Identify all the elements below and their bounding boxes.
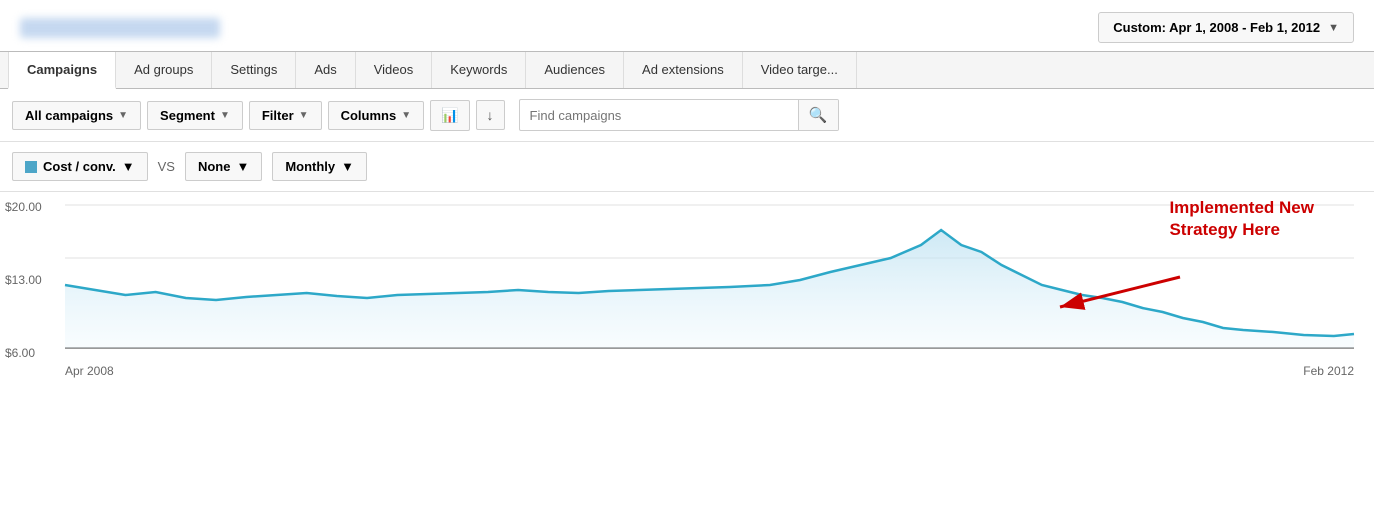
- tab-settings[interactable]: Settings: [212, 52, 296, 88]
- all-campaigns-label: All campaigns: [25, 108, 113, 123]
- date-range-arrow-icon: ▼: [1328, 22, 1339, 34]
- search-icon: 🔍: [809, 107, 828, 124]
- vs-label: VS: [158, 159, 175, 174]
- chart-container: $20.00 $13.00 $6.00 Implemented New Stra…: [0, 192, 1374, 412]
- tab-ad-extensions[interactable]: Ad extensions: [624, 52, 743, 88]
- none-label: None: [198, 159, 231, 174]
- period-dropdown[interactable]: Monthly ▼: [272, 152, 367, 181]
- download-button[interactable]: ↓: [476, 100, 505, 130]
- filter-label: Filter: [262, 108, 294, 123]
- tab-keywords[interactable]: Keywords: [432, 52, 526, 88]
- period-label: Monthly: [285, 159, 335, 174]
- columns-dropdown[interactable]: Columns ▼: [328, 101, 425, 130]
- date-range-button[interactable]: Custom: Apr 1, 2008 - Feb 1, 2012 ▼: [1098, 12, 1354, 43]
- tabs-bar: Campaigns Ad groups Settings Ads Videos …: [0, 51, 1374, 89]
- metric-dropdown[interactable]: Cost / conv. ▼: [12, 152, 148, 181]
- tab-ads[interactable]: Ads: [296, 52, 355, 88]
- chart-view-button[interactable]: 📊: [430, 100, 469, 131]
- metric-caret-icon: ▼: [122, 159, 135, 174]
- none-dropdown[interactable]: None ▼: [185, 152, 262, 181]
- chart-icon: 📊: [441, 107, 458, 123]
- tab-ad-groups[interactable]: Ad groups: [116, 52, 212, 88]
- columns-label: Columns: [341, 108, 397, 123]
- metric-label: Cost / conv.: [43, 159, 116, 174]
- annotation-line1: Implemented New: [1169, 198, 1314, 217]
- all-campaigns-dropdown[interactable]: All campaigns ▼: [12, 101, 141, 130]
- toolbar: All campaigns ▼ Segment ▼ Filter ▼ Colum…: [0, 89, 1374, 142]
- tab-video-targeting[interactable]: Video targe...: [743, 52, 857, 88]
- filter-caret-icon: ▼: [299, 110, 309, 121]
- download-icon: ↓: [487, 107, 494, 123]
- chart-annotation: Implemented New Strategy Here: [1169, 197, 1314, 241]
- header: Custom: Apr 1, 2008 - Feb 1, 2012 ▼: [0, 0, 1374, 51]
- x-label-end: Feb 2012: [1303, 364, 1354, 378]
- y-label-mid: $13.00: [5, 273, 42, 287]
- secondary-toolbar: Cost / conv. ▼ VS None ▼ Monthly ▼: [0, 142, 1374, 192]
- search-input[interactable]: [520, 102, 798, 129]
- x-label-start: Apr 2008: [65, 364, 114, 378]
- header-title: [20, 18, 220, 38]
- annotation-line2: Strategy Here: [1169, 220, 1280, 239]
- date-range-label: Custom: Apr 1, 2008 - Feb 1, 2012: [1113, 20, 1320, 35]
- search-area: 🔍: [519, 99, 839, 131]
- period-caret-icon: ▼: [341, 159, 354, 174]
- columns-caret-icon: ▼: [401, 110, 411, 121]
- metric-color-indicator: [25, 161, 37, 173]
- chart-svg: [65, 200, 1354, 360]
- segment-caret-icon: ▼: [220, 110, 230, 121]
- y-label-top: $20.00: [5, 200, 42, 214]
- tab-audiences[interactable]: Audiences: [526, 52, 624, 88]
- all-campaigns-caret-icon: ▼: [118, 110, 128, 121]
- tab-videos[interactable]: Videos: [356, 52, 433, 88]
- segment-label: Segment: [160, 108, 215, 123]
- none-caret-icon: ▼: [236, 159, 249, 174]
- segment-dropdown[interactable]: Segment ▼: [147, 101, 243, 130]
- account-title-blurred: [20, 18, 220, 38]
- search-button[interactable]: 🔍: [798, 100, 838, 130]
- tab-campaigns[interactable]: Campaigns: [8, 52, 116, 89]
- y-label-bottom: $6.00: [5, 346, 42, 360]
- filter-dropdown[interactable]: Filter ▼: [249, 101, 322, 130]
